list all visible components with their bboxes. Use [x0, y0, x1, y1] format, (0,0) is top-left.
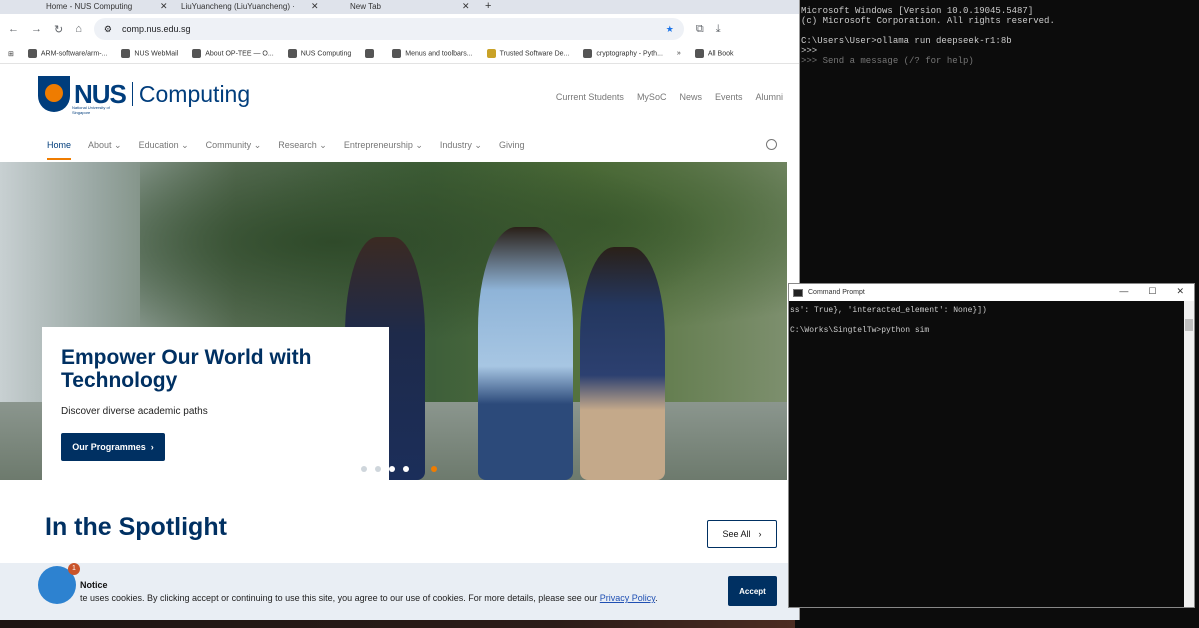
bookmark-item[interactable]: NUS WebMail	[121, 49, 178, 58]
util-link-current-students[interactable]: Current Students	[556, 92, 624, 102]
privacy-policy-link[interactable]: Privacy Policy	[600, 593, 655, 603]
util-link-events[interactable]: Events	[715, 92, 743, 102]
hero-card: Empower Our World with Technology Discov…	[42, 327, 389, 482]
browser-window: Home - NUS Computing ✕ LiuYuancheng (LiuY…	[0, 0, 800, 620]
nus-crest-icon	[38, 76, 70, 112]
site-info-icon[interactable]: ⚙	[104, 24, 112, 35]
reload-icon[interactable]: ↻	[54, 23, 63, 36]
minimize-icon[interactable]: —	[1119, 286, 1128, 297]
nav-home[interactable]: Home	[47, 140, 72, 160]
search-icon[interactable]	[766, 139, 777, 150]
home-icon[interactable]: ⌂	[75, 23, 82, 35]
cmd-titlebar[interactable]: Command Prompt — ☐ ✕	[789, 284, 1194, 301]
cmd-line: ss': True}, 'interacted_element': None}]…	[790, 306, 987, 315]
all-bookmarks[interactable]: All Book	[694, 49, 734, 58]
cmd-output: ss': True}, 'interacted_element': None}]…	[789, 301, 1194, 336]
back-icon[interactable]: ←	[8, 23, 19, 35]
site-header: NUS National University of Singapore Com…	[0, 64, 799, 130]
notice-title: Notice	[80, 580, 108, 590]
spotlight-heading: In the Spotlight	[45, 513, 227, 541]
cmd-line	[790, 316, 1194, 326]
cmd-title: Command Prompt	[808, 289, 865, 296]
carousel-dot-active[interactable]	[431, 466, 437, 472]
see-all-button[interactable]: See All ›	[707, 520, 777, 548]
bookmark-item[interactable]	[365, 49, 378, 58]
cmd-line: C:\Works\SingtelTw>python sim	[790, 326, 930, 335]
command-prompt-window[interactable]: Command Prompt — ☐ ✕ ss': True}, 'intera…	[788, 283, 1195, 608]
carousel-dot[interactable]	[389, 466, 395, 472]
logo-subtitle: National University of Singapore	[72, 105, 110, 115]
carousel-dot[interactable]	[417, 466, 423, 472]
tab-new[interactable]: New Tab ✕	[304, 0, 470, 14]
bookmark-item[interactable]: Menus and toolbars...	[392, 49, 473, 58]
new-tab-icon[interactable]: +	[485, 0, 491, 12]
bookmark-item[interactable]: ARM-software/arm-...	[27, 49, 107, 58]
util-link-mysoc[interactable]: MySoC	[637, 92, 667, 102]
download-icon[interactable]: ⤓	[716, 23, 721, 36]
logo-computing-text: Computing	[138, 80, 251, 107]
console-line: C:\Users\User>ollama run deepseek-r1:8b	[801, 36, 1012, 46]
scroll-thumb[interactable]	[1185, 319, 1193, 331]
apps-icon[interactable]: ⊞	[8, 50, 14, 58]
chevron-right-icon: ›	[758, 529, 762, 539]
nav-industry[interactable]: Industry ⌄	[440, 140, 482, 151]
tab-nus-computing[interactable]: Home - NUS Computing ✕	[0, 0, 168, 14]
nav-research[interactable]: Research ⌄	[278, 140, 327, 151]
address-bar-row: ← → ↻ ⌂ ⚙ comp.nus.edu.sg ★ ⧉ ⤓	[0, 14, 799, 44]
cookie-notice: 1 Notice te uses cookies. By clicking ac…	[0, 563, 799, 620]
bookmark-item[interactable]: About OP-TEE — O...	[192, 49, 274, 58]
hero-title: Empower Our World with Technology	[61, 346, 312, 392]
chevron-right-icon: ›	[150, 442, 154, 452]
tab-github[interactable]: LiuYuancheng (LiuYuancheng) · ✕	[135, 0, 319, 14]
nav-education[interactable]: Education ⌄	[139, 140, 189, 151]
bookmark-star-icon[interactable]: ★	[666, 24, 674, 35]
close-tab-icon[interactable]: ✕	[462, 1, 470, 12]
console-line: >>>	[801, 46, 818, 56]
our-programmes-button[interactable]: Our Programmes ›	[61, 433, 165, 461]
nav-giving[interactable]: Giving	[499, 140, 525, 150]
carousel-dot[interactable]	[403, 466, 409, 472]
notice-text: te uses cookies. By clicking accept or c…	[80, 593, 658, 603]
carousel-dot[interactable]	[361, 466, 367, 472]
console-prompt-hint: >>> Send a message (/? for help)	[801, 56, 974, 66]
student-figure	[580, 247, 665, 480]
nav-community[interactable]: Community ⌄	[206, 140, 262, 151]
maximize-icon[interactable]: ☐	[1148, 286, 1156, 297]
tab-strip: Home - NUS Computing ✕ LiuYuancheng (LiuY…	[0, 0, 799, 14]
extension-icon[interactable]: ⧉	[696, 23, 704, 36]
nus-computing-logo[interactable]: NUS National University of Singapore Com…	[38, 76, 251, 115]
main-nav: Home About ⌄ Education ⌄ Community ⌄ Res…	[0, 130, 799, 160]
nav-entrepreneurship[interactable]: Entrepreneurship ⌄	[344, 140, 423, 151]
util-link-alumni[interactable]: Alumni	[755, 92, 783, 102]
bookmark-item[interactable]: NUS Computing	[287, 49, 351, 58]
bookmark-item[interactable]: Trusted Software De...	[486, 49, 569, 58]
util-link-news[interactable]: News	[679, 92, 702, 102]
hero-subtitle: Discover diverse academic paths	[61, 406, 208, 417]
bookmark-item[interactable]: cryptography - Pyth...	[583, 49, 663, 58]
bookmarks-bar: ⊞ ARM-software/arm-... NUS WebMail About…	[0, 44, 799, 64]
more-bookmarks-icon[interactable]: »	[677, 50, 681, 57]
logo-divider	[131, 82, 133, 106]
notification-badge: 1	[68, 563, 80, 575]
close-icon[interactable]: ✕	[1176, 286, 1184, 297]
cmd-scrollbar[interactable]	[1184, 301, 1194, 607]
utility-nav: Current Students MySoC News Events Alumn…	[556, 92, 783, 102]
console-line: (c) Microsoft Corporation. All rights re…	[801, 16, 1055, 26]
console-line: Microsoft Windows [Version 10.0.19045.54…	[801, 6, 1034, 16]
url-text: comp.nus.edu.sg	[121, 24, 191, 34]
nav-about[interactable]: About ⌄	[88, 140, 122, 151]
student-figure	[478, 227, 573, 480]
accept-button[interactable]: Accept	[728, 576, 777, 606]
carousel-dot[interactable]	[375, 466, 381, 472]
cmd-icon	[793, 288, 803, 297]
forward-icon[interactable]: →	[31, 23, 42, 35]
carousel-dots	[361, 466, 437, 472]
url-field[interactable]: ⚙ comp.nus.edu.sg ★	[93, 18, 684, 40]
